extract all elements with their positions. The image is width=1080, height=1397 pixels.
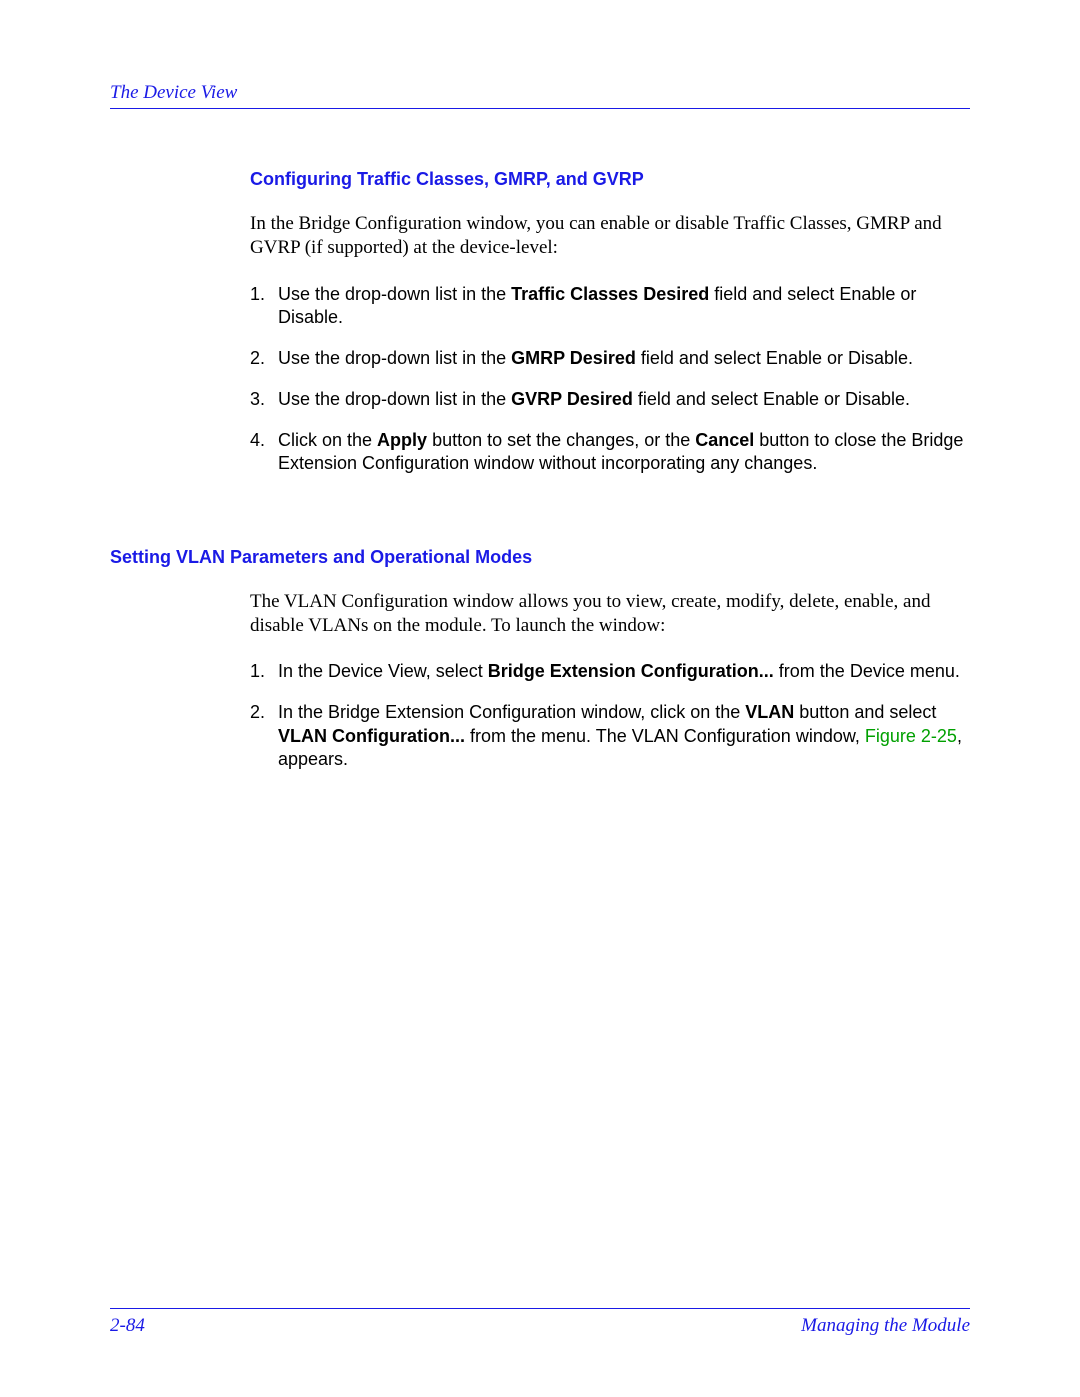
section-2-intro: The VLAN Configuration window allows you… bbox=[250, 590, 970, 639]
running-header: The Device View bbox=[110, 82, 970, 104]
step-number: 1. bbox=[250, 660, 278, 683]
step-number: 2. bbox=[250, 701, 278, 770]
step-text: Use the drop-down list in the Traffic Cl… bbox=[278, 283, 970, 329]
page-footer: 2-84 Managing the Module bbox=[110, 1308, 970, 1337]
step-text: Use the drop-down list in the GMRP Desir… bbox=[278, 347, 970, 370]
figure-reference: Figure 2-25 bbox=[865, 726, 957, 746]
chapter-title: Managing the Module bbox=[801, 1315, 970, 1337]
step-number: 2. bbox=[250, 347, 278, 370]
list-item: 3. Use the drop-down list in the GVRP De… bbox=[250, 388, 970, 411]
step-text: Use the drop-down list in the GVRP Desir… bbox=[278, 388, 970, 411]
list-item: 2. Use the drop-down list in the GMRP De… bbox=[250, 347, 970, 370]
step-text: In the Bridge Extension Configuration wi… bbox=[278, 701, 970, 770]
section-1-intro: In the Bridge Configuration window, you … bbox=[250, 212, 970, 261]
footer-rule bbox=[110, 1308, 970, 1309]
list-item: 4. Click on the Apply button to set the … bbox=[250, 429, 970, 475]
step-text: Click on the Apply button to set the cha… bbox=[278, 429, 970, 475]
step-number: 1. bbox=[250, 283, 278, 329]
header-rule bbox=[110, 108, 970, 109]
list-item: 1. Use the drop-down list in the Traffic… bbox=[250, 283, 970, 329]
page-number: 2-84 bbox=[110, 1315, 145, 1337]
page: The Device View Configuring Traffic Clas… bbox=[0, 0, 1080, 1397]
step-number: 3. bbox=[250, 388, 278, 411]
step-text: In the Device View, select Bridge Extens… bbox=[278, 660, 970, 683]
step-number: 4. bbox=[250, 429, 278, 475]
list-item: 1. In the Device View, select Bridge Ext… bbox=[250, 660, 970, 683]
section-2-steps: 1. In the Device View, select Bridge Ext… bbox=[250, 660, 970, 770]
section-1-steps: 1. Use the drop-down list in the Traffic… bbox=[250, 283, 970, 475]
section-heading-1: Configuring Traffic Classes, GMRP, and G… bbox=[250, 169, 970, 190]
section-heading-2: Setting VLAN Parameters and Operational … bbox=[110, 547, 970, 568]
list-item: 2. In the Bridge Extension Configuration… bbox=[250, 701, 970, 770]
